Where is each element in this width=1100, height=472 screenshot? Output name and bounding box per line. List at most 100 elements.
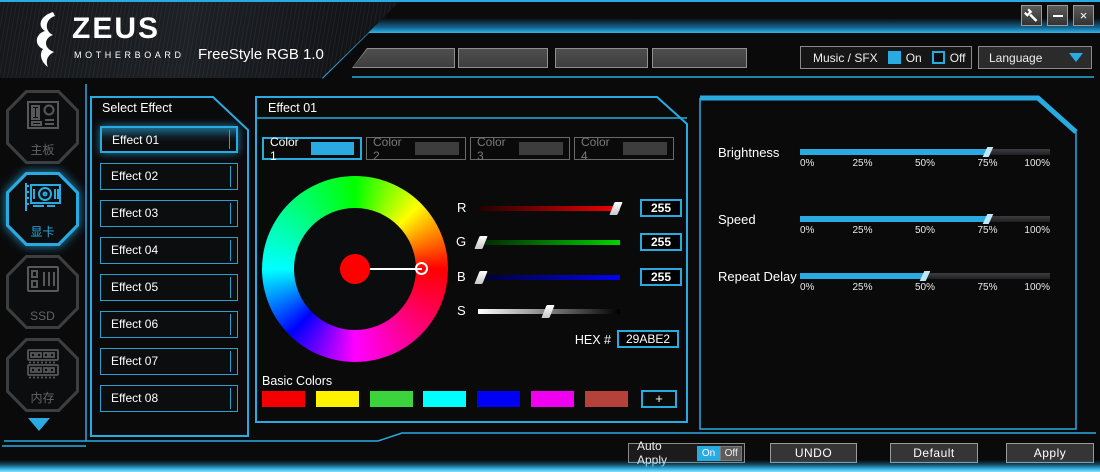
repeat-delay-label: Repeat Delay (718, 269, 797, 284)
repeat-delay-slider-fill[interactable] (800, 273, 925, 279)
language-dropdown[interactable]: Language (978, 46, 1092, 69)
basic-color-swatch-6[interactable] (531, 391, 574, 407)
color-slot-label: Color 1 (270, 135, 304, 163)
window-top-border (0, 0, 1100, 2)
close-icon: × (1080, 9, 1088, 22)
brightness-label: Brightness (718, 145, 779, 160)
color-slot-label: Color 2 (373, 135, 408, 163)
toolbar-blank-button-3[interactable] (555, 48, 648, 68)
auto-apply-off-toggle[interactable]: Off (720, 446, 742, 461)
ram-icon (24, 347, 62, 381)
red-value-field[interactable]: 255 (640, 199, 682, 217)
hue-handle[interactable] (415, 262, 428, 275)
sidebar-scroll-down-icon[interactable] (28, 418, 50, 431)
basic-color-swatch-4[interactable] (423, 391, 466, 407)
speed-slider-fill[interactable] (800, 216, 988, 222)
ssd-icon (24, 264, 62, 296)
green-channel-label: G (456, 234, 466, 249)
color-slot-tab-4[interactable]: Color 4 (574, 137, 674, 160)
saturation-slider-handle[interactable] (541, 305, 554, 318)
green-value-field[interactable]: 255 (640, 233, 682, 251)
language-label: Language (979, 51, 1042, 65)
motherboard-icon (24, 99, 62, 133)
effect-button-4[interactable]: Effect 04 (100, 237, 238, 264)
sidebar-item-label: 显卡 (6, 223, 79, 240)
basic-color-swatch-2[interactable] (316, 391, 359, 407)
brand-subtitle: MOTHERBOARD (74, 50, 185, 60)
basic-color-swatch-3[interactable] (370, 391, 413, 407)
settings-button[interactable] (1021, 5, 1042, 26)
sidebar-item-ssd[interactable]: SSD (6, 255, 79, 329)
window-bottom-border (0, 460, 1100, 472)
sidebar-item-gpu[interactable]: 显卡 (6, 172, 79, 246)
titlebar-strip (322, 2, 1100, 33)
music-sfx-on-checkbox[interactable] (888, 51, 901, 64)
red-channel-label: R (457, 200, 466, 215)
speed-slider[interactable] (800, 216, 1050, 222)
hex-label: HEX # (515, 333, 611, 347)
effect-button-5[interactable]: Effect 05 (100, 274, 238, 301)
toolbar-blank-button-4[interactable] (652, 48, 747, 68)
green-slider-handle[interactable] (474, 236, 487, 249)
blue-slider[interactable] (478, 275, 620, 280)
blue-value-field[interactable]: 255 (640, 268, 682, 286)
sidebar-item-label: 主板 (6, 141, 79, 158)
music-sfx-group: Music / SFX On Off (800, 46, 972, 69)
effect-button-3[interactable]: Effect 03 (100, 200, 238, 227)
wrench-icon (1022, 6, 1041, 26)
brightness-ticks: 0% 25% 50% 75% 100% (800, 158, 1050, 170)
effect-button-1[interactable]: Effect 01 (100, 126, 238, 153)
sidebar-item-label: SSD (6, 309, 79, 323)
chevron-down-icon (1069, 53, 1083, 62)
repeat-delay-slider[interactable] (800, 273, 1050, 279)
auto-apply-on-toggle[interactable]: On (697, 446, 720, 461)
music-sfx-off-label: Off (950, 51, 966, 65)
music-sfx-label: Music / SFX (801, 51, 878, 65)
gpu-icon (22, 181, 64, 215)
color-wheel[interactable] (262, 176, 448, 362)
selected-color-dot (340, 254, 370, 284)
add-color-button[interactable]: + (641, 390, 677, 408)
saturation-slider[interactable] (478, 309, 620, 314)
close-button[interactable]: × (1073, 5, 1094, 26)
effect-button-8[interactable]: Effect 08 (100, 385, 238, 412)
basic-color-swatch-7[interactable] (585, 391, 628, 407)
brightness-slider[interactable] (800, 149, 1050, 155)
color-slot-label: Color 4 (581, 135, 616, 163)
color-slot-label: Color 3 (477, 135, 512, 163)
brand-name: ZEUS (72, 12, 160, 46)
toolbar-blank-button-2[interactable] (458, 48, 548, 68)
effect-button-2[interactable]: Effect 02 (100, 163, 238, 190)
brightness-slider-fill[interactable] (800, 149, 988, 155)
color-slot-swatch (415, 142, 459, 155)
repeat-delay-ticks: 0% 25% 50% 75% 100% (800, 282, 1050, 294)
red-slider[interactable] (478, 206, 620, 211)
select-effect-title: Select Effect (102, 101, 172, 115)
color-slot-swatch (519, 142, 563, 155)
hex-value-field[interactable]: 29ABE2 (617, 330, 679, 348)
basic-colors-label: Basic Colors (262, 374, 332, 388)
minimize-button[interactable] (1047, 5, 1068, 26)
sidebar-item-label: 内存 (6, 389, 79, 406)
color-slot-tab-3[interactable]: Color 3 (470, 137, 570, 160)
color-slot-tab-2[interactable]: Color 2 (366, 137, 466, 160)
editor-panel-title: Effect 01 (268, 101, 317, 115)
basic-color-swatch-1[interactable] (262, 391, 305, 407)
color-slot-tab-1[interactable]: Color 1 (262, 137, 362, 160)
effect-button-6[interactable]: Effect 06 (100, 311, 238, 338)
minimize-icon (1053, 15, 1063, 17)
basic-color-swatch-5[interactable] (477, 391, 520, 407)
blue-channel-label: B (457, 269, 466, 284)
effect-button-7[interactable]: Effect 07 (100, 348, 238, 375)
speed-label: Speed (718, 212, 756, 227)
music-sfx-off-checkbox[interactable] (932, 51, 945, 64)
red-slider-handle[interactable] (609, 202, 622, 215)
sidebar-item-motherboard[interactable]: 主板 (6, 90, 79, 164)
blue-slider-handle[interactable] (474, 271, 487, 284)
sidebar-item-ram[interactable]: 内存 (6, 338, 79, 412)
app-title: FreeStyle RGB 1.0 (198, 46, 324, 63)
saturation-channel-label: S (457, 303, 466, 318)
zeus-logo-icon (28, 10, 68, 70)
green-slider[interactable] (478, 240, 620, 245)
toolbar-blank-button-1[interactable] (352, 48, 455, 68)
